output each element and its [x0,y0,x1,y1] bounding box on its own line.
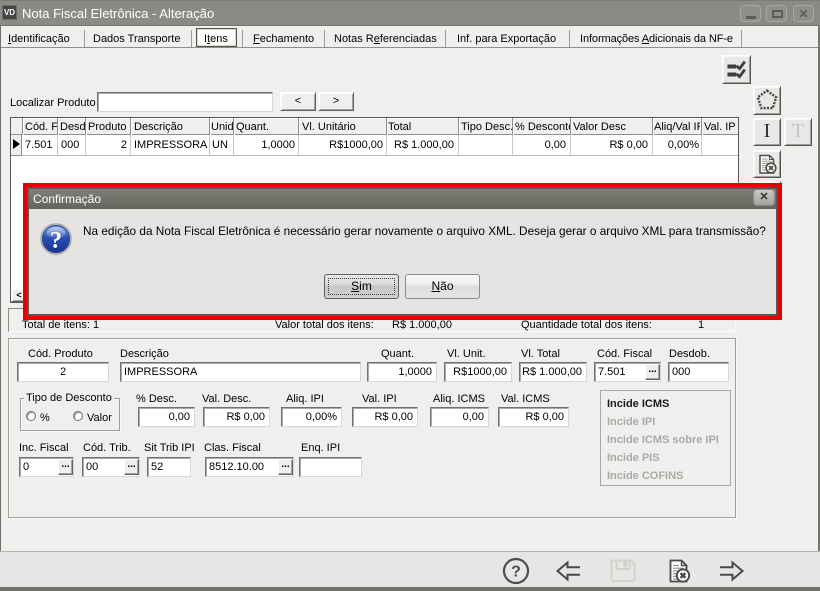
svg-text:?: ? [511,564,521,581]
svg-text:?: ? [50,228,62,254]
